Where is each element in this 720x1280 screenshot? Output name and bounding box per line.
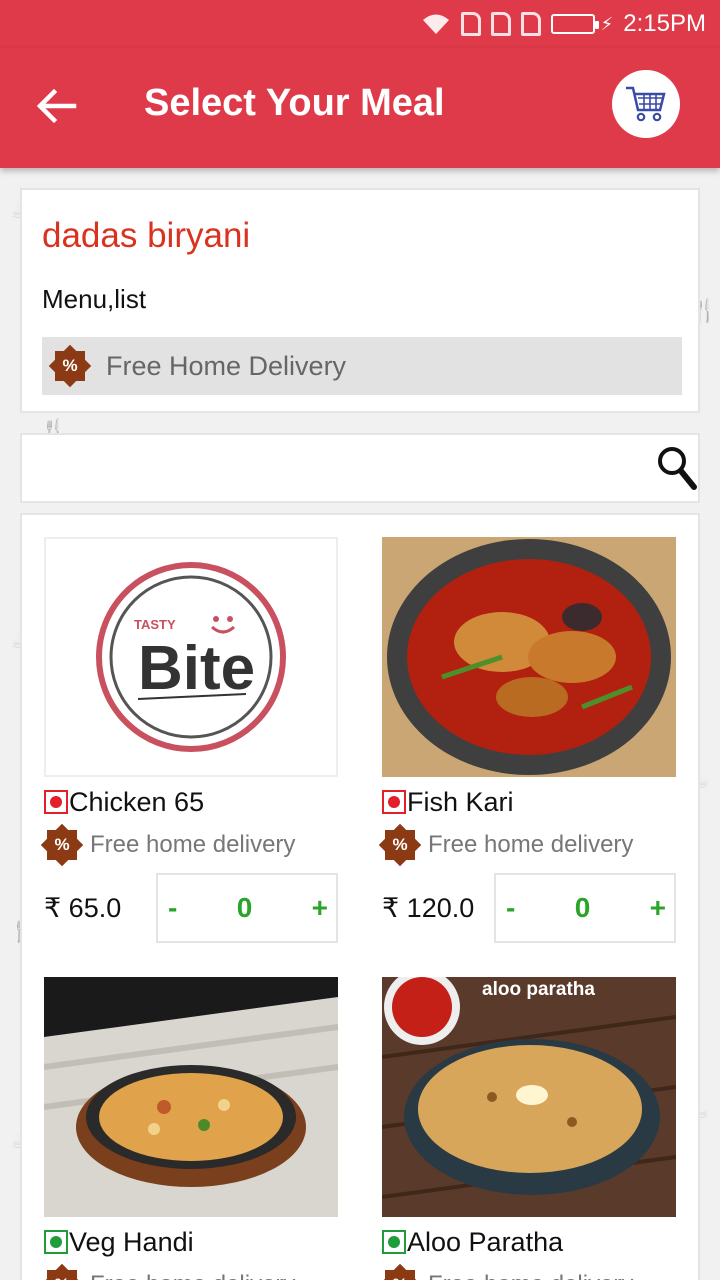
sim2-icon xyxy=(490,12,511,36)
menu-item-chicken-65[interactable]: TASTY Bite Chicken 65 % Free home delive… xyxy=(44,537,340,943)
item-image-fish-curry xyxy=(382,537,676,777)
discount-badge-icon: % xyxy=(382,827,418,863)
image-caption: aloo paratha xyxy=(482,979,595,1000)
cart-button[interactable] xyxy=(612,70,680,138)
restaurant-name: dadas biryani xyxy=(42,216,251,255)
page-title: Select Your Meal xyxy=(144,82,445,124)
charging-icon: ⚡ xyxy=(600,13,614,34)
status-time: 2:15PM xyxy=(623,10,706,37)
item-price: ₹ 65.0 xyxy=(44,892,122,923)
search-icon[interactable] xyxy=(656,443,698,491)
item-price: ₹ 120.0 xyxy=(382,892,475,923)
veg-mark-icon xyxy=(382,1230,406,1254)
back-arrow-icon[interactable] xyxy=(34,84,78,128)
quantity-value: 0 xyxy=(574,892,591,923)
item-image-veg-handi xyxy=(44,977,338,1217)
menu-grid: TASTY Bite Chicken 65 % Free home delive… xyxy=(20,513,700,1280)
wifi-icon xyxy=(422,14,449,34)
decrement-button[interactable]: - xyxy=(506,892,515,924)
item-delivery-text: Free home delivery xyxy=(428,1271,633,1280)
item-name: Aloo Paratha xyxy=(407,1226,564,1257)
offer-text: Free Home Delivery xyxy=(106,350,347,381)
discount-badge-icon: % xyxy=(382,1267,418,1280)
menu-item-aloo-paratha[interactable]: aloo paratha Aloo Paratha % Free home de… xyxy=(382,977,678,1280)
cart-icon xyxy=(626,86,666,122)
item-delivery-text: Free home delivery xyxy=(90,1271,295,1280)
search-bar xyxy=(20,433,700,503)
decrement-button[interactable]: - xyxy=(168,892,177,924)
item-delivery-text: Free home delivery xyxy=(90,831,296,858)
item-name: Chicken 65 xyxy=(69,786,205,817)
app-bar: Select Your Meal xyxy=(0,48,720,168)
search-input[interactable] xyxy=(36,445,636,493)
restaurant-subtitle: Menu,list xyxy=(42,284,147,314)
item-image-aloo-paratha: aloo paratha xyxy=(382,977,676,1217)
logo-small-text: TASTY xyxy=(134,617,176,632)
item-delivery-text: Free home delivery xyxy=(428,831,634,858)
sim1-icon xyxy=(460,12,481,36)
menu-item-fish-kari[interactable]: Fish Kari % Free home delivery ₹ 120.0 -… xyxy=(382,537,678,943)
increment-button[interactable]: + xyxy=(312,892,328,924)
menu-item-veg-handi[interactable]: Veg Handi % Free home delivery xyxy=(44,977,340,1280)
veg-mark-icon xyxy=(44,1230,68,1254)
discount-badge-icon: % xyxy=(52,348,88,384)
non-veg-mark-icon xyxy=(44,790,68,814)
status-bar: ⚡ 2:15PM xyxy=(0,0,720,48)
non-veg-mark-icon xyxy=(382,790,406,814)
logo-big-text: Bite xyxy=(138,634,255,703)
quantity-value: 0 xyxy=(236,892,253,923)
battery-icon xyxy=(550,14,599,34)
discount-badge-icon: % xyxy=(44,827,80,863)
item-image-tasty-bite-logo: TASTY Bite xyxy=(44,537,338,777)
offer-banner: % Free Home Delivery xyxy=(42,337,682,395)
discount-badge-icon: % xyxy=(44,1267,80,1280)
quantity-stepper: - 0 + xyxy=(156,873,338,943)
quantity-stepper: - 0 + xyxy=(494,873,676,943)
item-name: Veg Handi xyxy=(69,1226,194,1257)
restaurant-card: dadas biryani Menu,list % Free Home Deli… xyxy=(20,188,700,413)
increment-button[interactable]: + xyxy=(650,892,666,924)
sim3-icon xyxy=(520,12,541,36)
item-name: Fish Kari xyxy=(407,786,514,817)
